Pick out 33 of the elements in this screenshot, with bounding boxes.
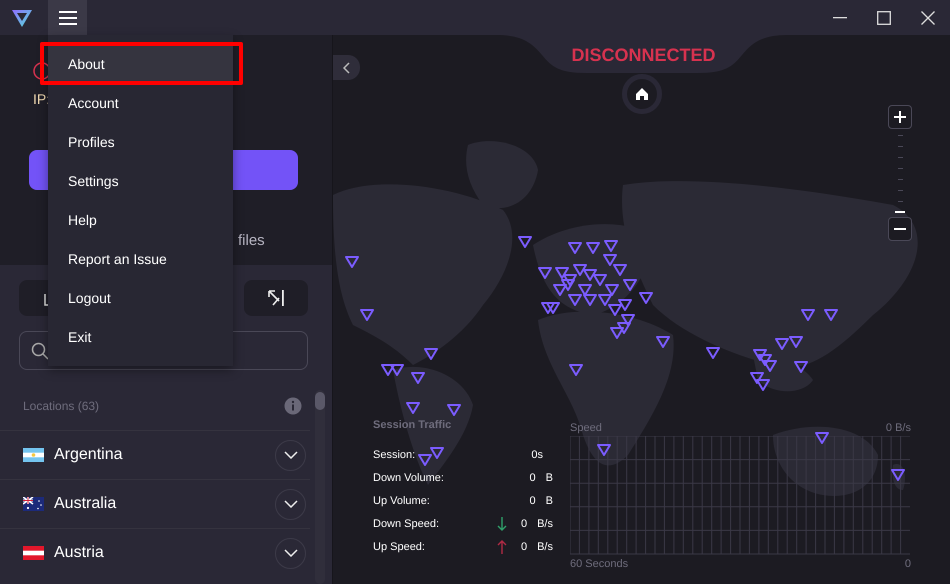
menu-item[interactable]: Exit <box>48 317 233 356</box>
menu-item[interactable]: About <box>48 44 233 83</box>
stat-label: Down Volume: <box>373 472 444 484</box>
graph-max-label: 0 B/s <box>886 422 911 434</box>
stat-unit: B <box>546 494 553 506</box>
menu-item[interactable]: Report an Issue <box>48 239 233 278</box>
graph-title: Speed <box>570 422 602 434</box>
tab[interactable]: files <box>238 228 265 252</box>
stat-value: 0s <box>530 448 543 460</box>
stat-label: Up Volume: <box>373 494 430 506</box>
stat-value: 0 <box>528 494 536 506</box>
connection-status: DISCONNECTED <box>570 45 716 66</box>
stat-unit: B/s <box>537 518 553 530</box>
country-name[interactable]: Australia <box>54 495 275 513</box>
stat-unit: B/s <box>537 540 553 552</box>
section-title: Session Traffic <box>373 419 452 431</box>
country-name[interactable]: Austria <box>54 544 275 562</box>
country-name[interactable]: Argentina <box>54 446 275 464</box>
stat-label: Session: <box>373 448 416 460</box>
menu-item[interactable]: Settings <box>48 161 233 200</box>
stat-label: Down Speed: <box>373 518 440 530</box>
menu-item[interactable]: Account <box>48 83 233 122</box>
locations-count: Locations (63) <box>23 399 100 413</box>
graph-end-label: 0 <box>904 558 911 570</box>
stat-unit: B <box>546 472 553 484</box>
menu-item[interactable]: Help <box>48 200 233 239</box>
stat-value: 0 <box>520 518 528 530</box>
stat-label: Up Speed: <box>373 540 425 552</box>
graph-start-label: 60 Seconds <box>570 558 628 570</box>
menu-item[interactable]: Logout <box>48 278 233 317</box>
stat-value: 0 <box>520 540 528 552</box>
stat-value: 0 <box>528 472 536 484</box>
menu-item[interactable]: Profiles <box>48 122 233 161</box>
